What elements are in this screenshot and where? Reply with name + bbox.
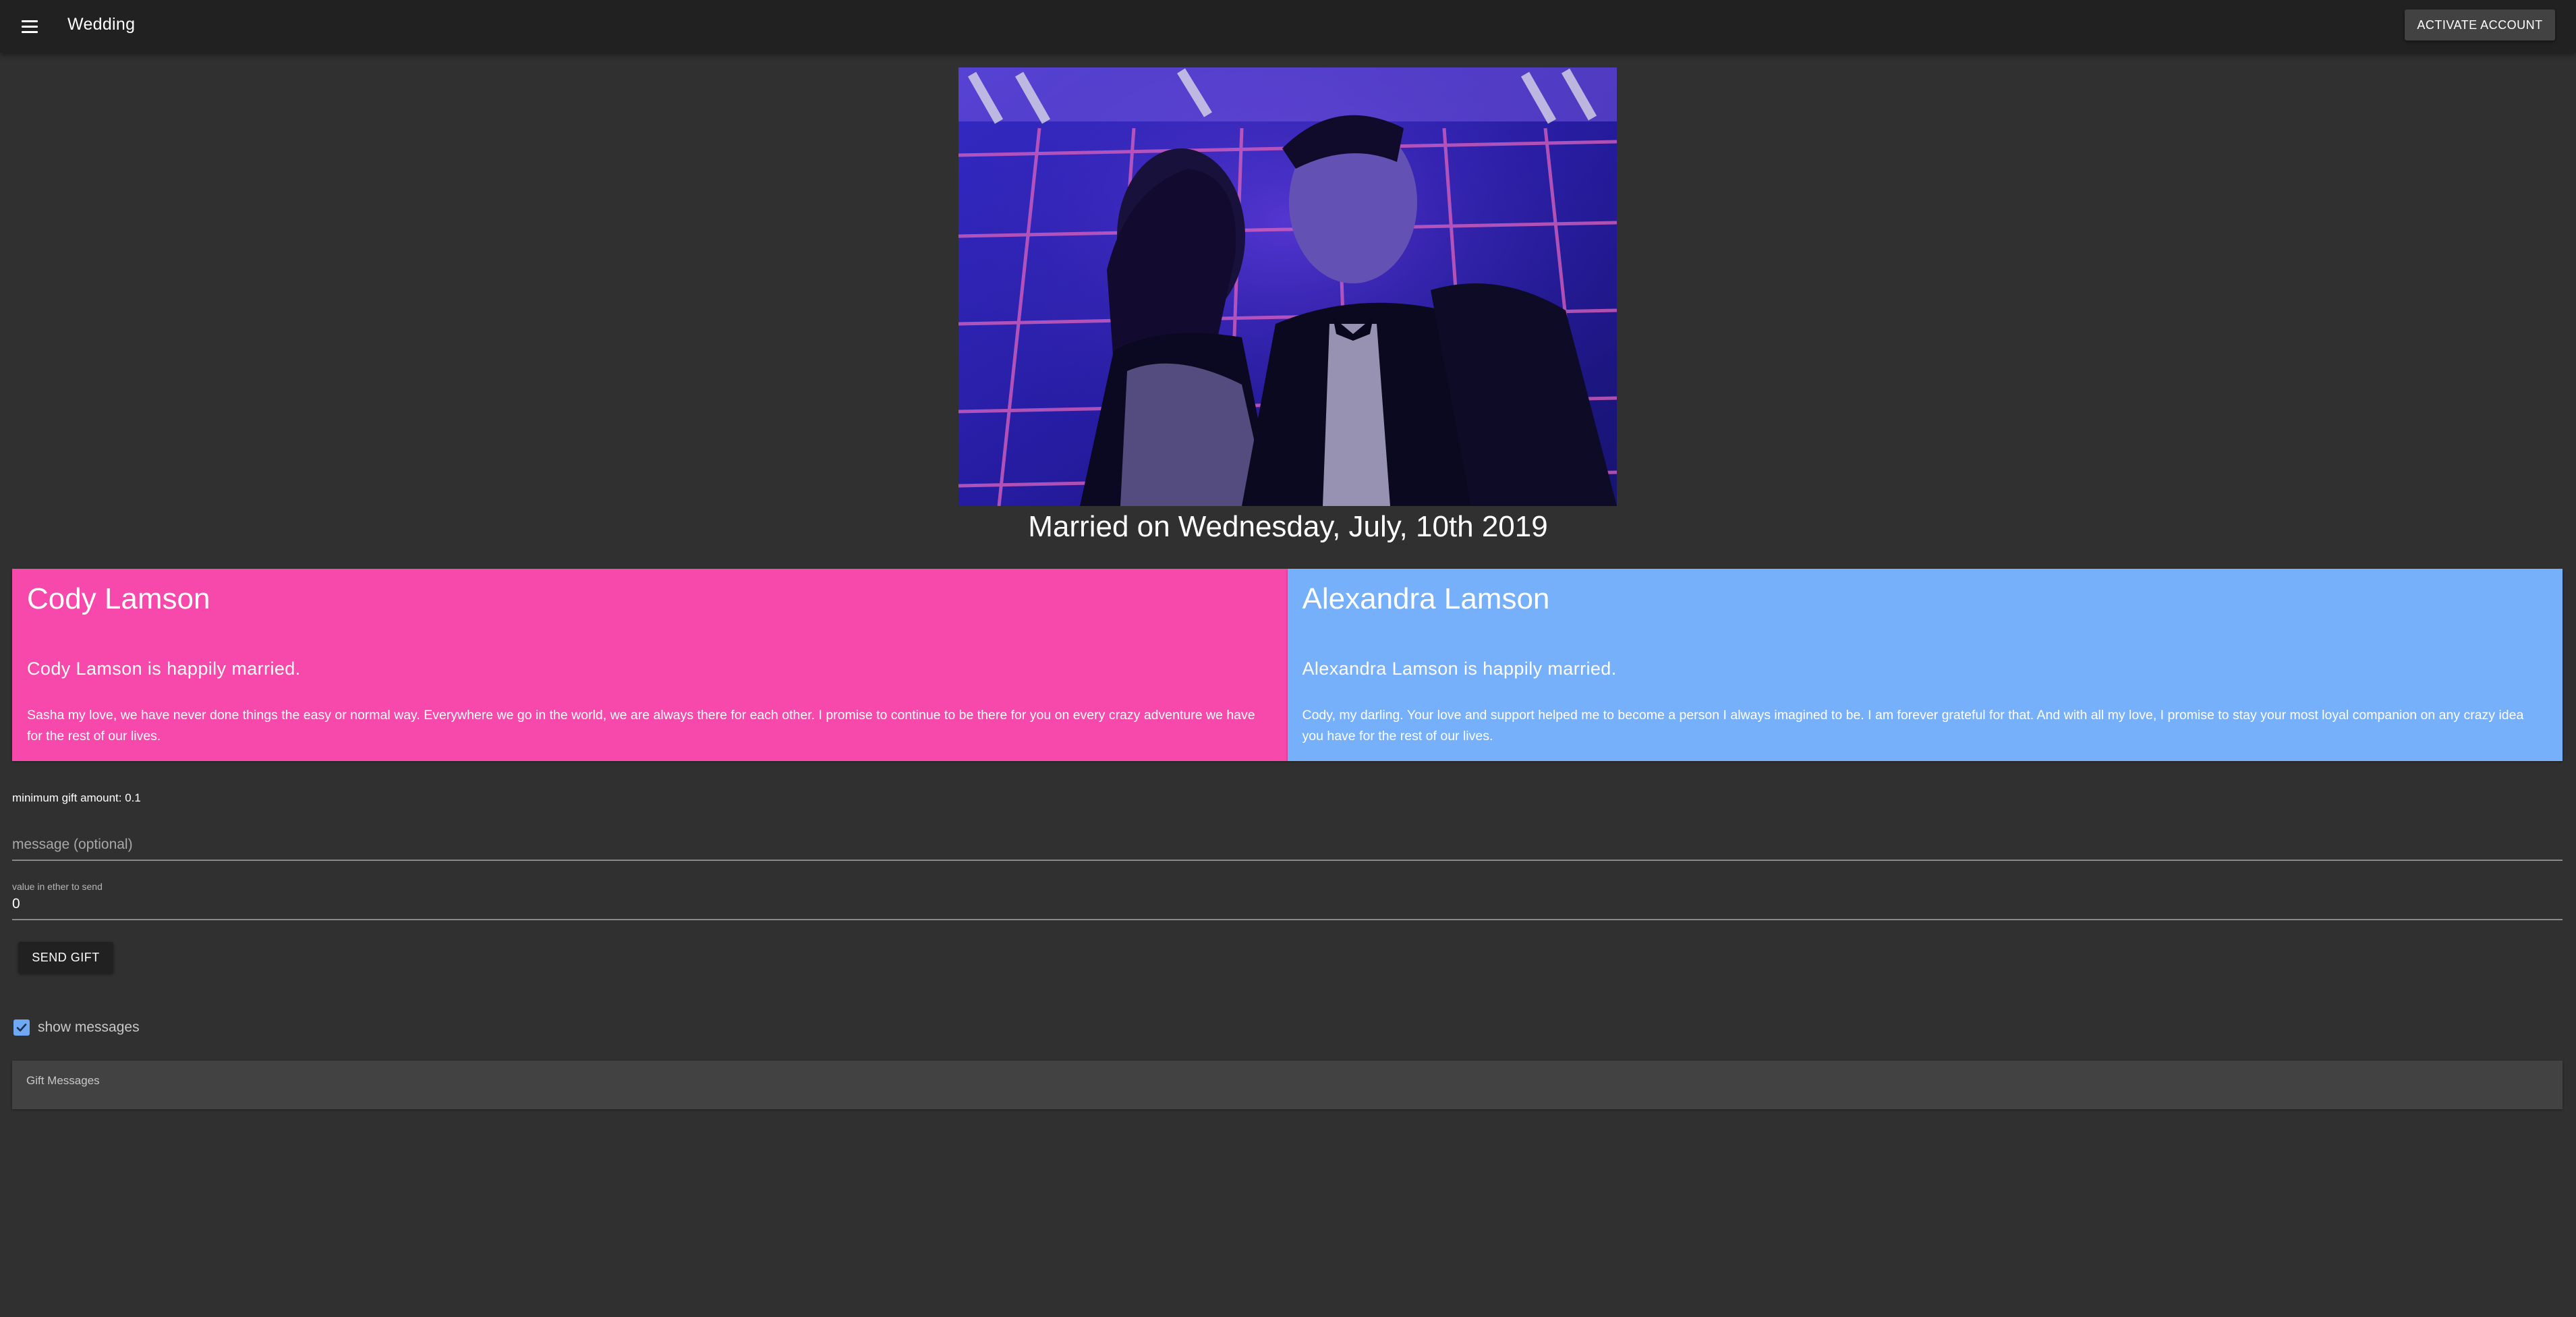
partner-card-cody: Cody Lamson Cody Lamson is happily marri…: [12, 569, 1288, 761]
show-messages-label: show messages: [38, 1019, 140, 1035]
app-bar: Wedding ACTIVATE ACCOUNT: [0, 0, 2576, 53]
checkmark-icon: [16, 1024, 27, 1032]
show-messages-row: show messages: [13, 1017, 140, 1038]
message-input[interactable]: [12, 837, 2563, 853]
app-title: Wedding: [67, 15, 136, 34]
partner-status: Cody Lamson is happily married.: [27, 658, 301, 679]
menu-icon[interactable]: [15, 11, 45, 41]
partner-status: Alexandra Lamson is happily married.: [1302, 658, 1617, 679]
married-date: Married on Wednesday, July, 10th 2019: [1028, 510, 1548, 543]
partner-cards: Cody Lamson Cody Lamson is happily marri…: [12, 569, 2563, 761]
couple-photo: [958, 67, 1617, 506]
ether-value-field: value in ether to send: [12, 876, 2563, 920]
message-field: [12, 829, 2563, 861]
gift-messages-title: Gift Messages: [26, 1074, 100, 1087]
show-messages-checkbox[interactable]: [13, 1019, 30, 1036]
partner-vow: Sasha my love, we have never done things…: [27, 708, 1255, 744]
ether-value-input[interactable]: [12, 896, 2563, 912]
partner-name: Alexandra Lamson: [1302, 582, 1550, 615]
ether-value-label: value in ether to send: [12, 881, 103, 892]
send-gift-button[interactable]: SEND GIFT: [18, 942, 113, 973]
minimum-gift-amount: minimum gift amount: 0.1: [12, 791, 141, 804]
partner-name: Cody Lamson: [27, 582, 210, 615]
gift-messages-panel[interactable]: Gift Messages: [12, 1061, 2563, 1109]
partner-vow: Cody, my darling. Your love and support …: [1302, 708, 2524, 744]
activate-account-button[interactable]: ACTIVATE ACCOUNT: [2405, 9, 2555, 40]
partner-card-alexandra: Alexandra Lamson Alexandra Lamson is hap…: [1287, 569, 2563, 761]
